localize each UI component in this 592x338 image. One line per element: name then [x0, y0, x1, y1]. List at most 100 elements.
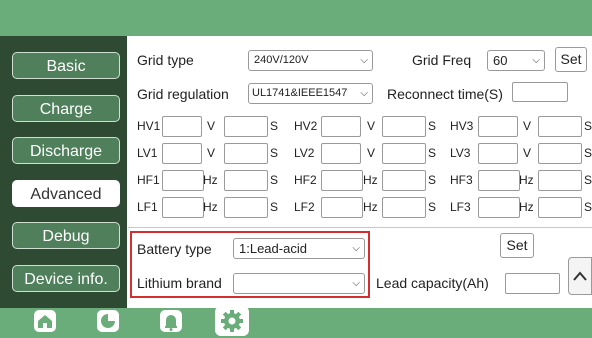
- battery-type-value: 1:Lead-acid: [239, 241, 307, 256]
- lf2-label: LF2: [294, 200, 315, 214]
- hf2-value-input[interactable]: [321, 170, 363, 191]
- hv1-unit-label: V: [207, 119, 216, 133]
- lv3-unit-label: V: [523, 146, 532, 160]
- hv2-label: HV2: [294, 119, 318, 133]
- lf1-label: LF1: [137, 200, 158, 214]
- lf1-value-input[interactable]: [162, 197, 204, 218]
- lithium-brand-label: Lithium brand: [137, 275, 222, 291]
- sidebar-item-charge[interactable]: Charge: [12, 95, 120, 122]
- hv3-unit-label: V: [523, 119, 532, 133]
- lf2-time-input[interactable]: [382, 197, 426, 218]
- lv1-seconds-label: S: [270, 146, 279, 160]
- sidebar-item-discharge[interactable]: Discharge: [12, 137, 120, 164]
- hf1-unit-label: Hz: [203, 173, 218, 187]
- grid-type-value: 240V/120V: [254, 54, 309, 66]
- top-bar: [0, 0, 592, 36]
- lf3-time-input[interactable]: [538, 197, 582, 218]
- hf2-time-input[interactable]: [382, 170, 426, 191]
- lf2-seconds-label: S: [428, 200, 437, 214]
- hf3-label: HF3: [450, 173, 473, 187]
- lv2-unit-label: V: [367, 146, 376, 160]
- lv2-time-input[interactable]: [382, 143, 426, 164]
- lf3-unit-label: Hz: [519, 200, 534, 214]
- hf1-time-input[interactable]: [224, 170, 268, 191]
- battery-set-button[interactable]: Set: [500, 233, 534, 258]
- lithium-brand-select[interactable]: ⌵: [233, 273, 365, 294]
- lv3-seconds-label: S: [584, 146, 592, 160]
- hf1-value-input[interactable]: [162, 170, 204, 191]
- pie-chart-icon: [101, 314, 115, 328]
- grid-regulation-value: UL1741&IEEE1547: [252, 87, 348, 99]
- hv3-label: HV3: [450, 119, 474, 133]
- bottom-tab-bar: [0, 308, 592, 338]
- hf2-seconds-label: S: [428, 173, 437, 187]
- lv2-label: LV2: [294, 146, 315, 160]
- grid-type-label: Grid type: [137, 52, 194, 68]
- bell-icon: [165, 315, 177, 331]
- grid-set-button[interactable]: Set: [555, 47, 587, 72]
- lv1-time-input[interactable]: [224, 143, 268, 164]
- hf3-unit-label: Hz: [519, 173, 534, 187]
- lead-capacity-label: Lead capacity(Ah): [376, 275, 489, 291]
- lv1-label: LV1: [137, 146, 158, 160]
- home-tab[interactable]: [34, 310, 56, 332]
- hf2-unit-label: Hz: [363, 173, 378, 187]
- chevron-down-icon: ⌵: [352, 243, 360, 254]
- sidebar-item-basic[interactable]: Basic: [12, 52, 120, 79]
- battery-type-select[interactable]: 1:Lead-acid ⌵: [233, 238, 365, 259]
- hf1-seconds-label: S: [270, 173, 279, 187]
- grid-type-select[interactable]: 240V/120V ⌵: [248, 50, 373, 71]
- grid-freq-select[interactable]: 60 ⌵: [487, 50, 545, 71]
- chevron-up-icon: [573, 271, 587, 281]
- chevron-down-icon: ⌵: [360, 88, 368, 99]
- lead-capacity-input[interactable]: [505, 273, 560, 294]
- lf2-unit-label: Hz: [363, 200, 378, 214]
- sidebar-item-device-info[interactable]: Device info.: [12, 265, 120, 292]
- grid-freq-label: Grid Freq: [412, 52, 472, 68]
- hv3-seconds-label: S: [584, 119, 592, 133]
- hf3-seconds-label: S: [584, 173, 592, 187]
- alerts-tab[interactable]: [160, 310, 182, 332]
- lv3-value-input[interactable]: [478, 143, 518, 164]
- lf1-seconds-label: S: [270, 200, 279, 214]
- section-divider: [128, 227, 592, 228]
- lf2-value-input[interactable]: [321, 197, 363, 218]
- hv2-time-input[interactable]: [382, 116, 426, 137]
- lv1-unit-label: V: [207, 146, 216, 160]
- lv2-seconds-label: S: [428, 146, 437, 160]
- scroll-up-button[interactable]: [568, 257, 592, 295]
- lv2-value-input[interactable]: [321, 143, 361, 164]
- hv1-label: HV1: [137, 119, 161, 133]
- chevron-down-icon: ⌵: [532, 55, 540, 66]
- hv1-value-input[interactable]: [162, 116, 202, 137]
- hf3-time-input[interactable]: [538, 170, 582, 191]
- settings-tab[interactable]: [215, 306, 249, 336]
- hv1-time-input[interactable]: [224, 116, 268, 137]
- lf3-value-input[interactable]: [478, 197, 520, 218]
- chevron-down-icon: ⌵: [352, 278, 360, 289]
- hv3-time-input[interactable]: [538, 116, 582, 137]
- reconnect-time-label: Reconnect time(S): [387, 86, 503, 102]
- lf3-label: LF3: [450, 200, 471, 214]
- reconnect-time-input[interactable]: [512, 82, 568, 102]
- hf1-label: HF1: [137, 173, 160, 187]
- lv3-time-input[interactable]: [538, 143, 582, 164]
- hv1-seconds-label: S: [270, 119, 279, 133]
- hf3-value-input[interactable]: [478, 170, 520, 191]
- lf1-time-input[interactable]: [224, 197, 268, 218]
- grid-regulation-label: Grid regulation: [137, 86, 229, 102]
- lf1-unit-label: Hz: [203, 200, 218, 214]
- chevron-down-icon: ⌵: [360, 55, 368, 66]
- gear-icon: [221, 310, 243, 332]
- home-icon: [38, 315, 52, 328]
- lv1-value-input[interactable]: [162, 143, 202, 164]
- sidebar-item-debug[interactable]: Debug: [12, 222, 120, 249]
- battery-type-label: Battery type: [137, 241, 212, 257]
- hv2-seconds-label: S: [428, 119, 437, 133]
- sidebar-item-advanced[interactable]: Advanced: [12, 180, 120, 207]
- lv3-label: LV3: [450, 146, 471, 160]
- hv2-value-input[interactable]: [321, 116, 361, 137]
- grid-regulation-select[interactable]: UL1741&IEEE1547 ⌵: [248, 83, 373, 104]
- statistics-tab[interactable]: [97, 310, 119, 332]
- hv3-value-input[interactable]: [478, 116, 518, 137]
